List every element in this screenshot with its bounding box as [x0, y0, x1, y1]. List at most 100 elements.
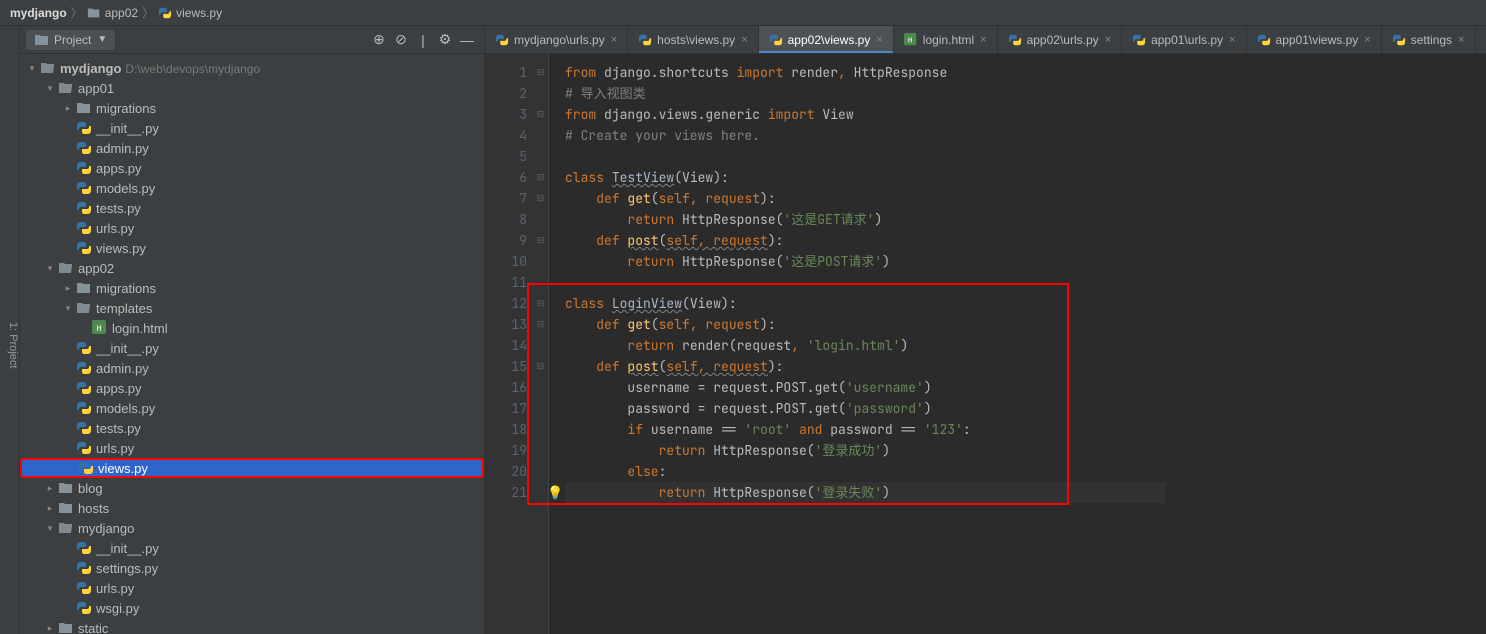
chevron-down-icon: ▼ — [97, 34, 107, 45]
tree-file[interactable]: settings.py — [20, 558, 484, 578]
folder-icon — [58, 80, 74, 96]
python-file-icon — [76, 420, 92, 436]
editor-tab[interactable]: hosts\views.py× — [628, 26, 758, 53]
tree-folder-app01[interactable]: ▾app01 — [20, 78, 484, 98]
python-file-icon — [1257, 33, 1271, 47]
project-tree[interactable]: ▾ mydjangoD:\web\devops\mydjango ▾app01 … — [20, 54, 484, 634]
chevron-right-icon: 〉 — [71, 4, 83, 21]
hide-panel-button[interactable]: — — [456, 29, 478, 51]
editor-tab[interactable]: login.html× — [894, 26, 998, 53]
tree-folder-app02[interactable]: ▾app02 — [20, 258, 484, 278]
python-file-icon — [76, 400, 92, 416]
editor-tab[interactable]: app01\urls.py× — [1122, 26, 1246, 53]
html-file-icon — [904, 33, 918, 47]
python-file-icon — [76, 560, 92, 576]
chevron-right-icon: 〉 — [142, 4, 154, 21]
tree-file[interactable]: wsgi.py — [20, 598, 484, 618]
folder-icon — [58, 260, 74, 276]
breadcrumb-file[interactable]: views.py — [176, 6, 222, 20]
tree-folder-migrations[interactable]: ▸migrations — [20, 98, 484, 118]
tree-file[interactable]: apps.py — [20, 378, 484, 398]
intention-bulb-icon[interactable]: 💡 — [547, 482, 563, 503]
breadcrumb-root[interactable]: mydjango — [10, 6, 67, 20]
project-view-selector[interactable]: Project ▼ — [26, 30, 115, 50]
settings-button[interactable]: ⚙ — [434, 29, 456, 51]
close-tab-icon[interactable]: × — [1364, 34, 1370, 46]
expand-icon: ▾ — [24, 63, 40, 74]
python-file-icon — [495, 33, 509, 47]
python-file-icon — [76, 360, 92, 376]
python-file-icon — [78, 460, 94, 476]
tree-file[interactable]: admin.py — [20, 358, 484, 378]
tree-file[interactable]: views.py — [20, 238, 484, 258]
collapse-all-button[interactable]: ⊘ — [390, 29, 412, 51]
tree-folder-static[interactable]: ▸static — [20, 618, 484, 634]
editor-tab[interactable]: settings× — [1382, 26, 1476, 53]
tree-file[interactable]: tests.py — [20, 418, 484, 438]
line-number-gutter: 123456789101112131415161718192021 — [485, 54, 533, 634]
tree-folder-blog[interactable]: ▸blog — [20, 478, 484, 498]
breadcrumb-folder[interactable]: app02 — [105, 6, 138, 20]
python-file-icon — [158, 6, 172, 20]
close-tab-icon[interactable]: × — [741, 34, 747, 46]
tree-file[interactable]: models.py — [20, 178, 484, 198]
fold-gutter: ⊟⊟⊟⊟⊟⊟⊟⊟ — [533, 54, 549, 634]
html-file-icon — [92, 320, 108, 336]
folder-icon — [34, 32, 50, 48]
tree-file-login-html[interactable]: login.html — [20, 318, 484, 338]
close-tab-icon[interactable]: × — [1229, 34, 1235, 46]
close-tab-icon[interactable]: × — [1458, 34, 1464, 46]
python-file-icon — [76, 200, 92, 216]
python-file-icon — [76, 340, 92, 356]
python-file-icon — [76, 180, 92, 196]
python-file-icon — [769, 33, 783, 47]
close-tab-icon[interactable]: × — [876, 34, 882, 46]
tree-folder-templates[interactable]: ▾templates — [20, 298, 484, 318]
python-file-icon — [76, 220, 92, 236]
tree-file[interactable]: __init__.py — [20, 538, 484, 558]
code-editor[interactable]: from django.shortcuts import render, Htt… — [549, 54, 1486, 634]
tree-file[interactable]: __init__.py — [20, 338, 484, 358]
folder-icon — [58, 500, 74, 516]
editor-tab[interactable]: mydjango\urls.py× — [485, 26, 628, 53]
tree-file[interactable]: urls.py — [20, 578, 484, 598]
python-file-icon — [76, 440, 92, 456]
editor-tab[interactable]: app01\views.py× — [1247, 26, 1382, 53]
tree-file-views-py-selected[interactable]: views.py — [20, 458, 484, 478]
editor-tab[interactable]: app02\urls.py× — [998, 26, 1122, 53]
folder-icon — [87, 6, 101, 20]
tree-file[interactable]: urls.py — [20, 438, 484, 458]
close-tab-icon[interactable]: × — [611, 34, 617, 46]
tree-file[interactable]: admin.py — [20, 138, 484, 158]
tree-file[interactable]: tests.py — [20, 198, 484, 218]
python-file-icon — [76, 240, 92, 256]
folder-icon — [76, 100, 92, 116]
editor-tabs: mydjango\urls.py×hosts\views.py×app02\vi… — [485, 26, 1486, 54]
tree-file[interactable]: urls.py — [20, 218, 484, 238]
side-rail-project[interactable]: 1: Project — [0, 26, 20, 634]
tree-file[interactable]: __init__.py — [20, 118, 484, 138]
editor-tab[interactable]: app02\views.py× — [759, 26, 894, 53]
tree-root[interactable]: ▾ mydjangoD:\web\devops\mydjango — [20, 58, 484, 78]
divider: | — [412, 29, 434, 51]
locate-file-button[interactable]: ⊕ — [368, 29, 390, 51]
python-file-icon — [76, 380, 92, 396]
folder-icon — [40, 60, 56, 76]
python-file-icon — [76, 580, 92, 596]
folder-icon — [58, 620, 74, 634]
python-file-icon — [1132, 33, 1146, 47]
python-file-icon — [638, 33, 652, 47]
tree-file[interactable]: apps.py — [20, 158, 484, 178]
python-file-icon — [1392, 33, 1406, 47]
tree-folder-hosts[interactable]: ▸hosts — [20, 498, 484, 518]
close-tab-icon[interactable]: × — [1105, 34, 1111, 46]
close-tab-icon[interactable]: × — [980, 34, 986, 46]
python-file-icon — [76, 540, 92, 556]
python-file-icon — [76, 140, 92, 156]
tree-file[interactable]: models.py — [20, 398, 484, 418]
python-file-icon — [76, 160, 92, 176]
breadcrumb: mydjango 〉 app02 〉 views.py — [0, 0, 1486, 26]
tree-folder-mydjango[interactable]: ▾mydjango — [20, 518, 484, 538]
folder-icon — [58, 520, 74, 536]
tree-folder-migrations[interactable]: ▸migrations — [20, 278, 484, 298]
